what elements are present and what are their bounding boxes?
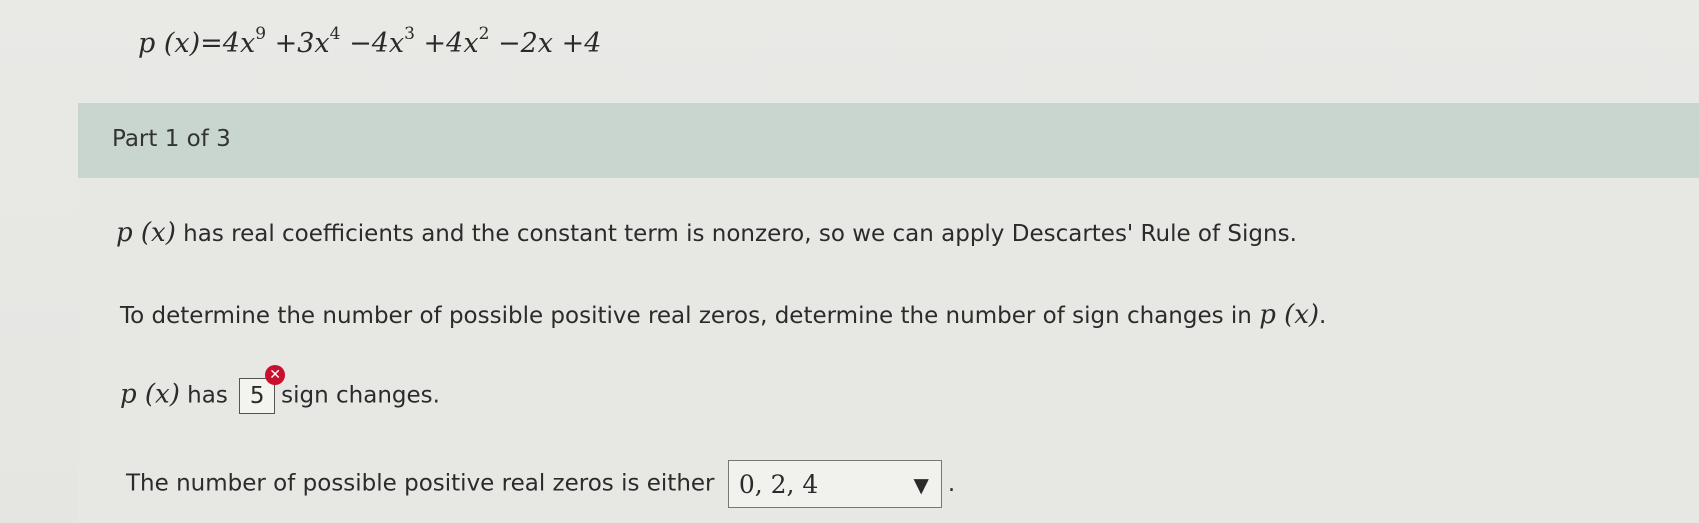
term-2: +3x4 xyxy=(266,24,341,60)
p-of-x: p (x) xyxy=(116,218,176,248)
instruction-line: To determine the number of possible posi… xyxy=(120,300,1326,330)
term-5: −2x +4 xyxy=(489,28,602,59)
has-label: has xyxy=(179,382,236,409)
close-icon: ✕ xyxy=(265,365,286,385)
rule-statement: p (x) has real coefficients and the cons… xyxy=(116,218,1297,248)
page: p (x)=4x9 +3x4 −4x3 +4x2 −2x +4 Part 1 o… xyxy=(0,0,1699,523)
rule-statement-text: has real coefficients and the constant t… xyxy=(175,221,1297,247)
instruction-period: . xyxy=(1319,303,1327,329)
content-panel: p (x) has real coefficients and the cons… xyxy=(78,178,1699,523)
positive-zeros-dropdown[interactable]: 0, 2, 4 ▼ xyxy=(727,460,942,509)
term-4: +4x2 xyxy=(414,24,490,60)
sign-changes-line: p (x) has 5 ✕ sign changes. xyxy=(120,365,440,414)
sign-changes-label: sign changes. xyxy=(281,382,440,409)
sign-changes-value: 5 xyxy=(249,383,265,409)
part-title: Part 1 of 3 xyxy=(112,126,231,152)
triangle-down-icon[interactable]: ▼ xyxy=(913,461,928,509)
instruction-text: To determine the number of possible posi… xyxy=(120,303,1260,329)
term-1: 4x9 xyxy=(222,24,267,60)
positive-zeros-line: The number of possible positive real zer… xyxy=(126,460,955,508)
sign-changes-input[interactable]: 5 ✕ xyxy=(239,365,286,414)
dropdown-selected-value: 0, 2, 4 xyxy=(738,470,819,499)
part-banner: Part 1 of 3 xyxy=(78,103,1699,178)
positive-zeros-period: . xyxy=(947,470,956,497)
term-3: −4x3 xyxy=(340,24,415,60)
p-of-x: p (x) xyxy=(120,379,180,410)
polynomial-equation: p (x)=4x9 +3x4 −4x3 +4x2 −2x +4 xyxy=(138,24,602,60)
equals-sign: = xyxy=(200,28,223,59)
positive-zeros-text: The number of possible positive real zer… xyxy=(126,470,715,497)
equation-lhs: p (x) xyxy=(138,28,201,59)
p-of-x: p (x) xyxy=(1259,300,1320,330)
